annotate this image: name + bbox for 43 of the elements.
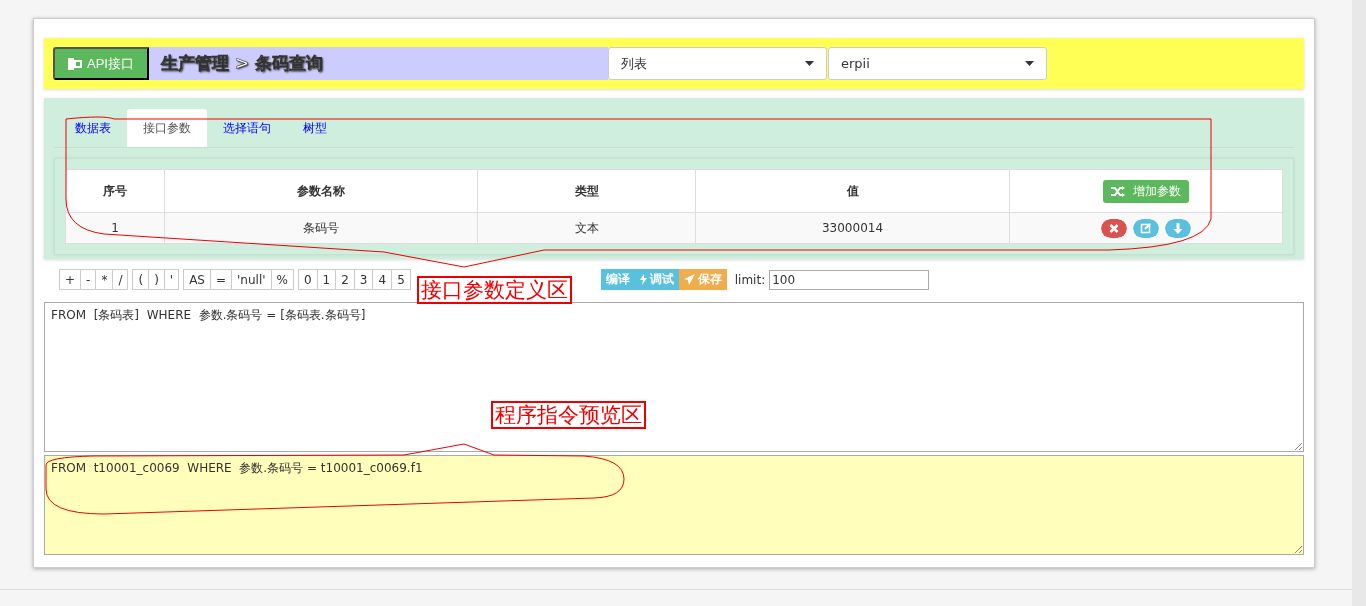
send-icon <box>683 274 695 285</box>
annotation-label: 程序指令预览区 <box>491 401 646 429</box>
table-cell: 条码号 <box>303 220 339 235</box>
operator-key[interactable]: % <box>270 269 294 290</box>
shuffle-icon <box>1111 185 1125 197</box>
table-cell: 文本 <box>574 220 599 235</box>
operator-key[interactable]: + <box>59 269 82 290</box>
operator-key[interactable]: 4 <box>372 269 393 290</box>
column-header: 类型 <box>477 169 696 213</box>
operator-key[interactable]: - <box>80 269 97 290</box>
resize-grip-icon <box>1294 545 1302 553</box>
caret-icon <box>805 61 814 66</box>
column-header: 值 <box>695 169 1010 213</box>
dropdown-select[interactable]: 列表 <box>608 47 827 80</box>
tab[interactable]: 接口参数 <box>127 109 207 147</box>
edit-icon[interactable] <box>1133 218 1159 238</box>
dropdown-select[interactable]: erpii <box>828 47 1047 80</box>
operator-key[interactable]: ) <box>148 269 165 290</box>
operator-key[interactable]: 'null' <box>231 269 272 290</box>
operator-key[interactable]: * <box>95 269 114 290</box>
limit-field[interactable]: 100 <box>769 269 930 290</box>
operator-key[interactable]: 0 <box>297 269 318 290</box>
column-header: 序号 <box>65 169 165 213</box>
tab[interactable]: 选择语句 <box>207 109 287 147</box>
breadcrumb-title: 生产管理 > 条码查询 <box>149 47 608 80</box>
delete-icon[interactable] <box>1101 218 1127 238</box>
tab[interactable]: 树型 <box>287 109 343 147</box>
caret-icon <box>1025 61 1034 66</box>
operator-key[interactable]: 5 <box>391 269 411 290</box>
download-icon[interactable] <box>1165 218 1191 238</box>
tab[interactable]: 数据表 <box>59 109 127 147</box>
sql-preview-field: FROM t10001_c0069 WHERE 参数.条码号 = t10001_c0069.f1 <box>44 455 1304 555</box>
resize-grip-icon <box>1294 442 1302 450</box>
table-cell: 1 <box>111 221 119 235</box>
lightning-icon <box>639 274 647 285</box>
operator-key[interactable]: / <box>112 269 129 290</box>
column-header: 参数名称 <box>164 169 478 213</box>
operator-key[interactable]: AS <box>183 269 211 290</box>
plug-icon <box>68 57 82 70</box>
limit-label: limit: <box>734 272 766 287</box>
operator-key[interactable]: 2 <box>335 269 355 290</box>
table-cell: 33000014 <box>821 221 884 235</box>
annotation-label: 接口参数定义区 <box>417 276 572 304</box>
